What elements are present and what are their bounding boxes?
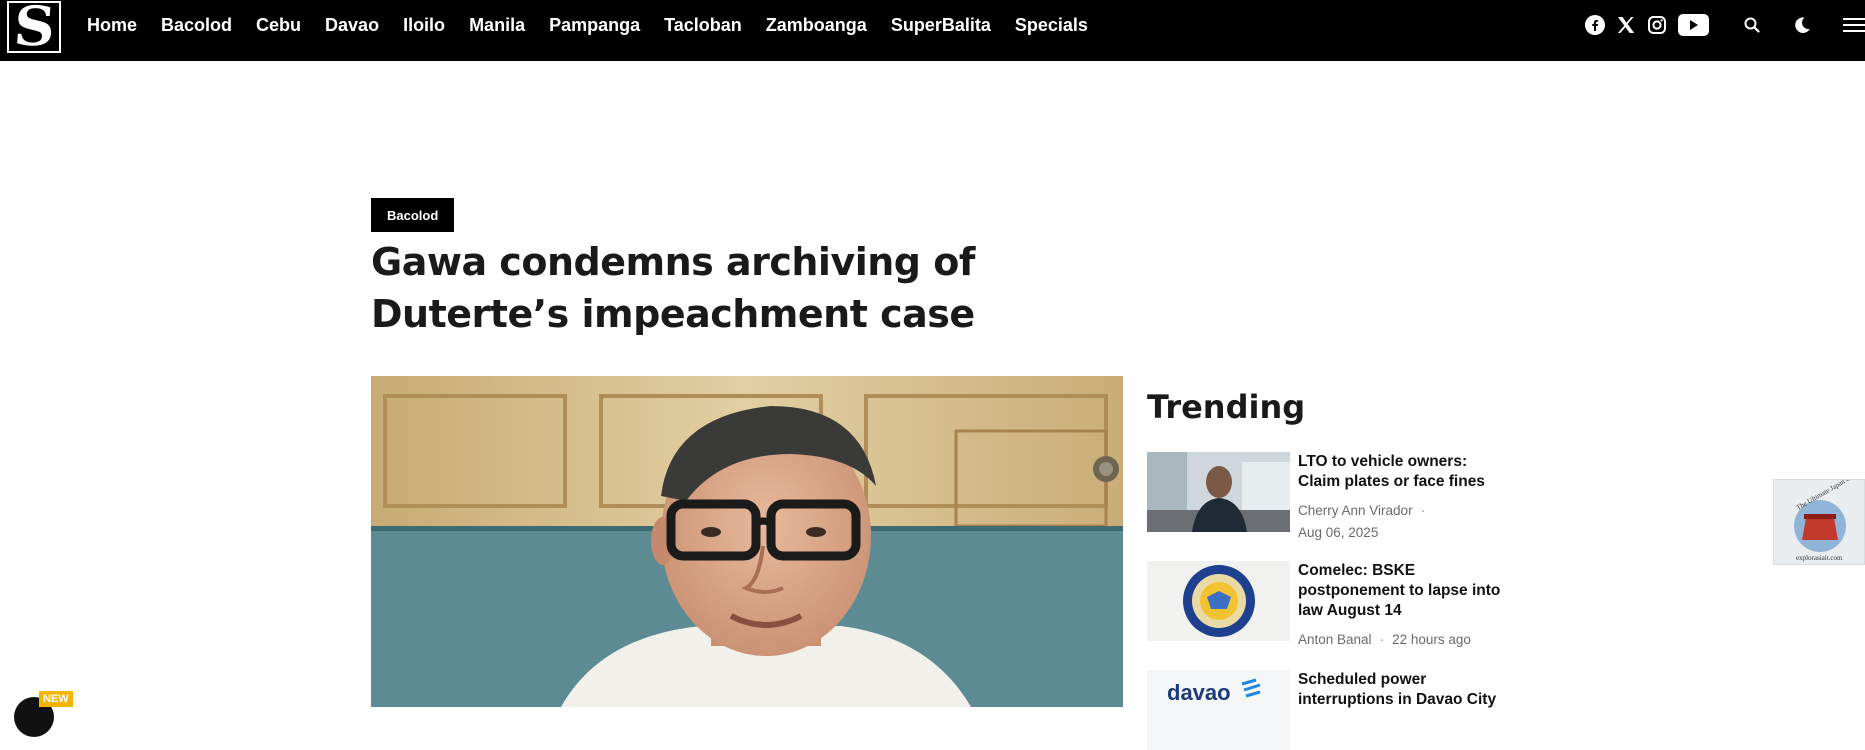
- logo-letter: S: [11, 0, 57, 58]
- trending-heading: Trending: [1147, 388, 1306, 426]
- nav-item-superbalita[interactable]: SuperBalita: [891, 15, 991, 36]
- category-badge[interactable]: Bacolod: [371, 198, 455, 232]
- new-badge: NEW: [39, 691, 73, 707]
- article-hero-image: [371, 376, 1123, 707]
- trending-date: Aug 06, 2025: [1298, 525, 1379, 540]
- side-advertisement[interactable]: The Ultimate Japan Guide explorasiait.co…: [1773, 479, 1865, 565]
- trending-date: 22 hours ago: [1392, 632, 1471, 647]
- youtube-icon[interactable]: [1677, 12, 1709, 38]
- trending-thumbnail[interactable]: davao: [1147, 670, 1290, 750]
- trending-text: Comelec: BSKE postponement to lapse into…: [1298, 561, 1513, 651]
- nav-item-manila[interactable]: Manila: [469, 15, 525, 36]
- nav-item-zamboanga[interactable]: Zamboanga: [766, 15, 867, 36]
- trending-item[interactable]: Comelec: BSKE postponement to lapse into…: [1147, 561, 1517, 657]
- nav-item-davao[interactable]: Davao: [325, 15, 379, 36]
- nav-item-iloilo[interactable]: Iloilo: [403, 15, 445, 36]
- site-logo[interactable]: S: [7, 0, 61, 58]
- nav-item-home[interactable]: Home: [87, 15, 137, 36]
- moon-icon[interactable]: [1792, 12, 1812, 38]
- trending-headline[interactable]: Comelec: BSKE postponement to lapse into…: [1298, 561, 1513, 621]
- nav-item-bacolod[interactable]: Bacolod: [161, 15, 232, 36]
- top-navbar: S Home Bacolod Cebu Davao Iloilo Manila …: [0, 0, 1865, 61]
- trending-meta: Cherry Ann Virador · Aug 06, 2025: [1298, 500, 1513, 544]
- trending-text: LTO to vehicle owners: Claim plates or f…: [1298, 452, 1513, 544]
- ad-text-line2: explorasiait.com: [1796, 554, 1843, 562]
- trending-thumbnail[interactable]: [1147, 452, 1290, 532]
- nav-item-tacloban[interactable]: Tacloban: [664, 15, 742, 36]
- trending-author[interactable]: Anton Banal: [1298, 632, 1372, 647]
- trending-item[interactable]: davao Scheduled power interruptions in D…: [1147, 670, 1517, 750]
- trending-meta: Anton Banal · 22 hours ago: [1298, 629, 1513, 651]
- instagram-icon[interactable]: [1645, 12, 1669, 38]
- trending-item[interactable]: LTO to vehicle owners: Claim plates or f…: [1147, 452, 1517, 548]
- menu-icon[interactable]: [1842, 12, 1865, 38]
- trending-text: Scheduled power interruptions in Davao C…: [1298, 670, 1513, 710]
- search-icon[interactable]: [1742, 12, 1762, 38]
- trending-headline[interactable]: Scheduled power interruptions in Davao C…: [1298, 670, 1513, 710]
- trending-headline[interactable]: LTO to vehicle owners: Claim plates or f…: [1298, 452, 1513, 492]
- nav-item-specials[interactable]: Specials: [1015, 15, 1088, 36]
- meta-separator: ·: [1379, 632, 1385, 647]
- main-nav: Home Bacolod Cebu Davao Iloilo Manila Pa…: [87, 0, 1112, 51]
- trending-thumbnail[interactable]: [1147, 561, 1290, 641]
- facebook-icon[interactable]: [1584, 12, 1606, 38]
- trending-author[interactable]: Cherry Ann Virador: [1298, 503, 1413, 518]
- x-icon[interactable]: [1614, 12, 1638, 38]
- article-title: Gawa condemns archiving of Duterte’s imp…: [371, 240, 975, 336]
- nav-item-cebu[interactable]: Cebu: [256, 15, 301, 36]
- meta-separator: ·: [1420, 503, 1426, 518]
- nav-item-pampanga[interactable]: Pampanga: [549, 15, 640, 36]
